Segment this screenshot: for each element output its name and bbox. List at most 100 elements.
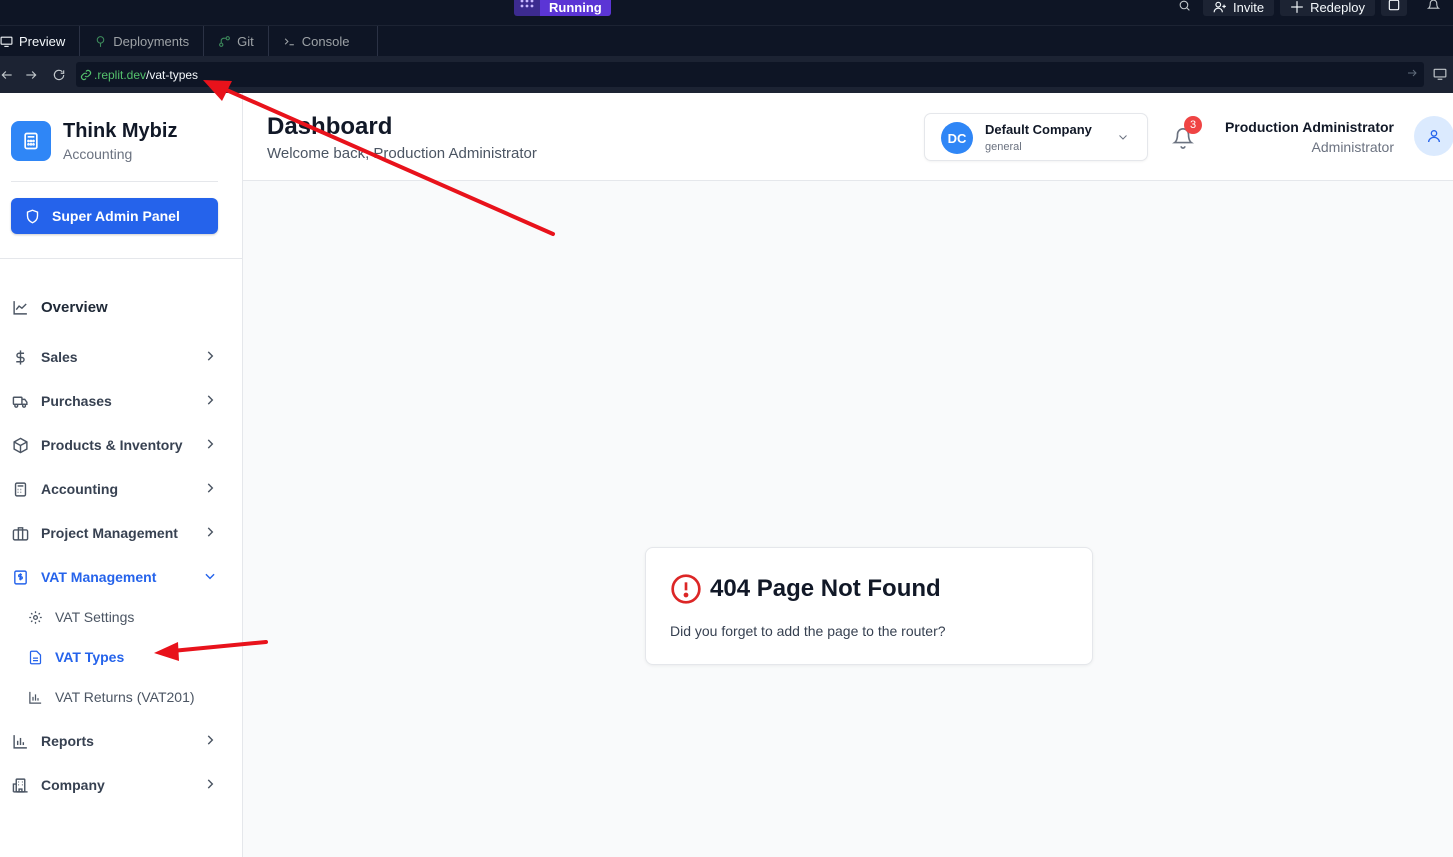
sidebar-item-label: Project Management xyxy=(41,525,178,541)
sidebar-item-label: VAT Management xyxy=(41,569,157,585)
user-role: Administrator xyxy=(1311,139,1394,155)
brand-subtitle: Accounting xyxy=(63,146,133,162)
sidebar-subitem-vat-settings[interactable]: VAT Settings xyxy=(27,606,134,628)
app-sidebar: Think Mybiz Accounting Super Admin Panel… xyxy=(0,93,243,857)
invite-label: Invite xyxy=(1232,0,1265,15)
dollar-icon xyxy=(11,348,29,366)
arrow-left-icon xyxy=(1,70,12,79)
chart-line-icon xyxy=(11,298,29,316)
divider xyxy=(11,181,218,182)
chevron-right-icon xyxy=(207,351,214,361)
sidebar-item-label: Purchases xyxy=(41,393,112,409)
chevron-right-icon xyxy=(207,527,214,537)
invite-button[interactable]: Invite xyxy=(1202,0,1275,16)
company-name: Default Company xyxy=(985,122,1092,137)
monitor-icon xyxy=(0,36,13,47)
tab-deployments[interactable]: Deployments xyxy=(80,26,205,57)
url-path: /vat-types xyxy=(146,67,199,82)
chevron-right-icon xyxy=(207,439,214,449)
redeploy-label: Redeploy xyxy=(1310,0,1365,15)
tab-console[interactable]: Console xyxy=(269,26,379,57)
sidebar-item-label: Sales xyxy=(41,349,78,365)
deployments-icon xyxy=(96,36,105,47)
chevron-right-icon xyxy=(207,483,214,493)
tab-git[interactable]: Git xyxy=(204,26,269,57)
chevron-down-icon xyxy=(205,573,215,580)
back-button[interactable] xyxy=(0,62,14,88)
open-external-icon[interactable] xyxy=(1406,67,1418,79)
app-header: Dashboard Welcome back, Production Admin… xyxy=(243,93,1453,181)
company-avatar: DC xyxy=(941,122,973,154)
company-selector[interactable]: DC Default Company general xyxy=(924,113,1148,161)
link-icon xyxy=(80,69,92,80)
chevron-right-icon xyxy=(207,779,214,789)
monitor-icon xyxy=(1433,68,1447,80)
welcome-text: Welcome back, Production Administrator xyxy=(267,145,537,162)
chevron-right-icon xyxy=(207,735,214,745)
url-host: .replit.dev xyxy=(94,67,147,82)
search-icon[interactable] xyxy=(1173,0,1197,12)
notification-icon[interactable] xyxy=(1413,0,1453,12)
sidebar-item-reports[interactable]: Reports xyxy=(11,729,221,753)
run-status-label: Running xyxy=(540,0,611,16)
refresh-icon xyxy=(53,69,65,80)
url-bar: .replit.dev/vat-types xyxy=(0,56,1453,93)
briefcase-icon xyxy=(11,524,29,542)
sidebar-item-label: Reports xyxy=(41,733,94,749)
tab-label: Console xyxy=(301,34,350,49)
brand-name: Think Mybiz xyxy=(63,120,178,142)
bar-chart-icon xyxy=(11,732,29,750)
bar-chart-icon xyxy=(27,689,43,705)
sidebar-subitem-vat-types[interactable]: VAT Types xyxy=(27,646,124,668)
alert-circle-icon xyxy=(671,574,701,604)
sidebar-subitem-label: VAT Types xyxy=(55,649,125,665)
not-found-description: Did you forget to add the page to the ro… xyxy=(670,623,946,639)
sidebar-subitem-vat-returns[interactable]: VAT Returns (VAT201) xyxy=(27,686,195,708)
window-icon xyxy=(1388,0,1400,11)
git-icon xyxy=(219,36,231,47)
user-avatar[interactable] xyxy=(1414,116,1453,156)
user-plus-icon xyxy=(1213,1,1226,13)
replit-topbar: Running Invite Redeploy xyxy=(0,0,1453,25)
redeploy-button[interactable]: Redeploy xyxy=(1280,0,1375,16)
shield-icon xyxy=(26,209,39,224)
sidebar-item-company[interactable]: Company xyxy=(11,773,221,797)
sidebar-item-project-management[interactable]: Project Management xyxy=(11,521,221,545)
grid-icon xyxy=(514,0,540,16)
tab-label: Preview xyxy=(19,34,66,49)
calculator-icon xyxy=(11,480,29,498)
sidebar-item-accounting[interactable]: Accounting xyxy=(11,477,221,501)
gear-icon xyxy=(27,609,43,625)
calculator-icon xyxy=(11,121,51,161)
sidebar-item-label: Accounting xyxy=(41,481,118,497)
receipt-icon xyxy=(11,568,29,586)
brand[interactable]: Think Mybiz Accounting xyxy=(11,120,177,162)
sidebar-subitem-label: VAT Returns (VAT201) xyxy=(55,689,195,705)
user-name: Production Administrator xyxy=(1224,119,1394,135)
reload-button[interactable] xyxy=(46,62,72,88)
company-type: general xyxy=(985,141,1022,153)
chevron-right-icon xyxy=(207,395,214,405)
run-status[interactable]: Running xyxy=(514,0,611,16)
sidebar-item-products-inventory[interactable]: Products & Inventory xyxy=(11,433,221,457)
truck-icon xyxy=(11,392,29,410)
sidebar-item-overview[interactable]: Overview xyxy=(11,295,221,319)
tab-preview[interactable]: Preview xyxy=(0,26,81,57)
chevron-down-icon xyxy=(1119,135,1127,140)
building-icon xyxy=(11,776,29,794)
forward-button[interactable] xyxy=(18,62,44,88)
sidebar-item-sales[interactable]: Sales xyxy=(11,345,221,369)
super-admin-button[interactable]: Super Admin Panel xyxy=(11,198,218,234)
devtools-button[interactable] xyxy=(1427,61,1453,87)
tab-label: Deployments xyxy=(113,34,190,49)
sidebar-item-purchases[interactable]: Purchases xyxy=(11,389,221,413)
not-found-title: 404 Page Not Found xyxy=(710,575,941,602)
deploy-icon xyxy=(1291,1,1303,13)
extensions-button[interactable] xyxy=(1381,0,1407,16)
sidebar-item-vat-management[interactable]: VAT Management xyxy=(11,565,221,589)
sidebar-subitem-label: VAT Settings xyxy=(55,609,135,625)
url-input[interactable]: .replit.dev/vat-types xyxy=(76,62,1424,87)
terminal-icon xyxy=(284,38,294,46)
sidebar-item-label: Company xyxy=(41,777,105,793)
sidebar-item-label: Overview xyxy=(41,298,108,316)
